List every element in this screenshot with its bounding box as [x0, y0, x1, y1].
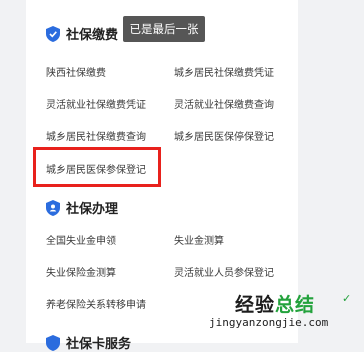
- section-title: 社保缴费: [66, 28, 119, 43]
- service-link-pension-transfer[interactable]: 养老保险关系转移申请: [46, 296, 146, 311]
- service-link-rural-payment-voucher[interactable]: 城乡居民社保缴费凭证: [174, 64, 274, 79]
- service-link-unemployment-claim[interactable]: 全国失业金申领: [46, 232, 116, 247]
- watermark-text-1: 经验: [235, 294, 276, 316]
- toast-message: 已是最后一张: [123, 16, 205, 42]
- section-title: 社保办理: [66, 202, 119, 217]
- watermark-text-2: 总结: [275, 294, 316, 316]
- service-link-shaanxi-payment[interactable]: 陕西社保缴费: [46, 64, 106, 79]
- watermark-logo: 经验总结: [235, 290, 315, 317]
- section-header-payment: 社保缴费: [46, 24, 118, 43]
- service-link-flexible-payment-voucher[interactable]: 灵活就业社保缴费凭证: [46, 96, 146, 111]
- highlight-box: [33, 147, 161, 187]
- watermark-url: jingyanzongjie.com: [209, 316, 329, 329]
- shield-check-icon: [46, 25, 60, 42]
- service-link-unemployment-calc[interactable]: 失业金测算: [174, 232, 224, 247]
- shield-user-icon: [46, 199, 60, 216]
- service-link-unemployment-insurance-calc[interactable]: 失业保险金测算: [46, 264, 116, 279]
- service-link-flexible-payment-query[interactable]: 灵活就业社保缴费查询: [174, 96, 274, 111]
- service-link-rural-payment-query[interactable]: 城乡居民社保缴费查询: [46, 128, 146, 143]
- service-link-flexible-enroll[interactable]: 灵活就业人员参保登记: [174, 264, 274, 279]
- service-link-rural-medical-stop[interactable]: 城乡居民医保停保登记: [174, 128, 274, 143]
- section-header-handling: 社保办理: [46, 198, 118, 217]
- watermark-check-icon: ✓: [342, 292, 352, 305]
